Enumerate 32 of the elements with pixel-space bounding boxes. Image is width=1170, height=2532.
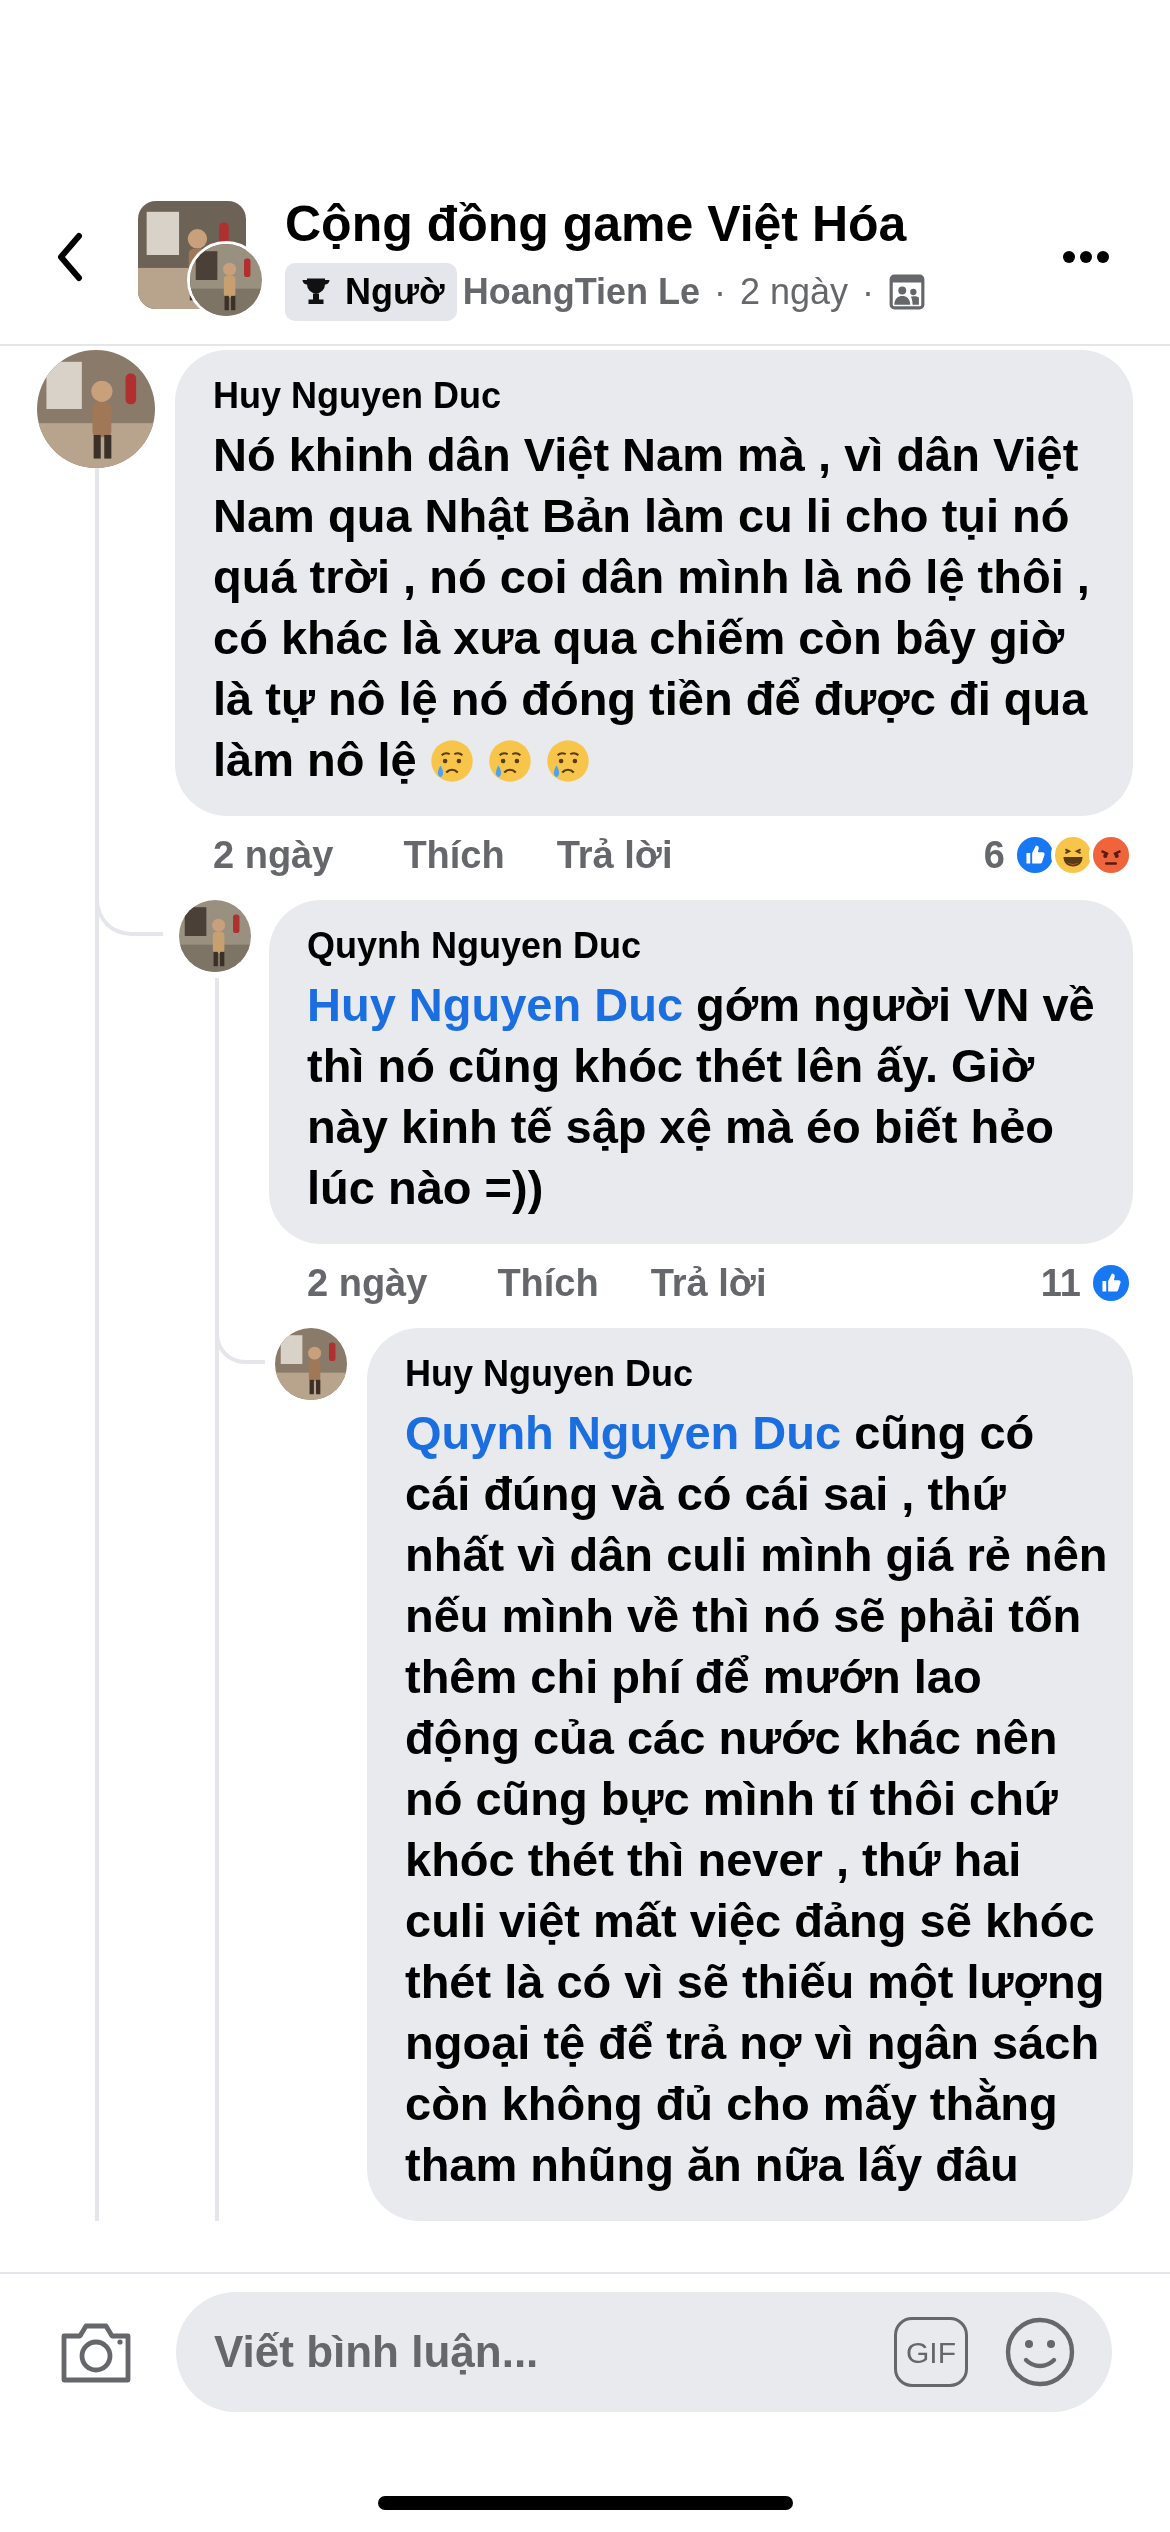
post-time: 2 ngày	[740, 270, 849, 314]
group-title[interactable]: Cộng đồng game Việt Hóa	[285, 193, 927, 255]
separator-dot: ·	[862, 270, 875, 314]
comment-time: 2 ngày	[213, 832, 334, 878]
back-icon	[55, 232, 85, 282]
emoji-icon[interactable]	[1004, 2316, 1076, 2388]
comment-text: Quynh Nguyen Duc cũng có cái đúng và có cái sai , thứ nhất vì dân culi mình giá rẻ nên nếu mình về thì nó sẽ phải tốn thêm chi phí để mướn lao động của các nước khác nên nó cũng bực mình tí thôi chứ khóc thét thì never , thứ hai culi việt mất việc đảng sẽ khóc thét là có vì sẽ thiếu một lượng ngoại tệ để trả nợ vì ngân sách còn không đủ cho mấy thằng tham nhũng ăn nữa lấy đâu	[405, 1405, 1109, 2193]
crying-face-icon	[486, 738, 533, 784]
crying-face-icon	[544, 738, 591, 784]
badge-label: Ngườ	[345, 270, 445, 314]
author-name[interactable]: HoangTien Le	[462, 265, 700, 319]
comment-text: Nó khinh dân Việt Nam mà , vì dân Việt Nam qua Nhật Bản làm cu li cho tụi nó quá trời , nó coi dân mình là nô lệ thôi , có khác là xưa qua chiếm còn bây giờ là tự nô lệ nó đóng tiền để được đi qua làm nô lệ	[213, 427, 1091, 788]
comment-input[interactable]: Viết bình luận... GIF	[176, 2292, 1112, 2412]
comment-text: Huy Nguyen Duc gớm người VN về thì nó cũng khóc thét lên ấy. Giờ này kinh tế sập xệ mà éo biết hẻo lúc nào =))	[307, 977, 1096, 1216]
reply-link[interactable]: Trả lời	[650, 1254, 767, 1312]
mention-link[interactable]: Huy Nguyen Duc	[307, 978, 684, 1031]
more-button[interactable]	[1062, 250, 1110, 264]
commenter-name: Quynh Nguyen Duc	[307, 924, 643, 968]
like-link[interactable]: Thích	[403, 826, 505, 884]
reaction-count: 11	[1040, 1260, 1081, 1306]
comment-time: 2 ngày	[307, 1260, 428, 1306]
crying-face-icon	[428, 738, 475, 784]
group-members-icon	[888, 273, 927, 311]
separator-dot: ·	[714, 270, 726, 314]
commenter-name: Huy Nguyen Duc	[405, 1352, 695, 1396]
gif-button[interactable]: GIF	[894, 2317, 968, 2387]
reaction-count: 6	[983, 832, 1005, 878]
like-link[interactable]: Thích	[497, 1254, 599, 1312]
commenter-name: Huy Nguyen Duc	[213, 374, 503, 418]
more-icon	[1062, 250, 1110, 264]
reply-link[interactable]: Trả lời	[556, 826, 673, 884]
mention-link[interactable]: Quynh Nguyen Duc	[405, 1406, 842, 1459]
